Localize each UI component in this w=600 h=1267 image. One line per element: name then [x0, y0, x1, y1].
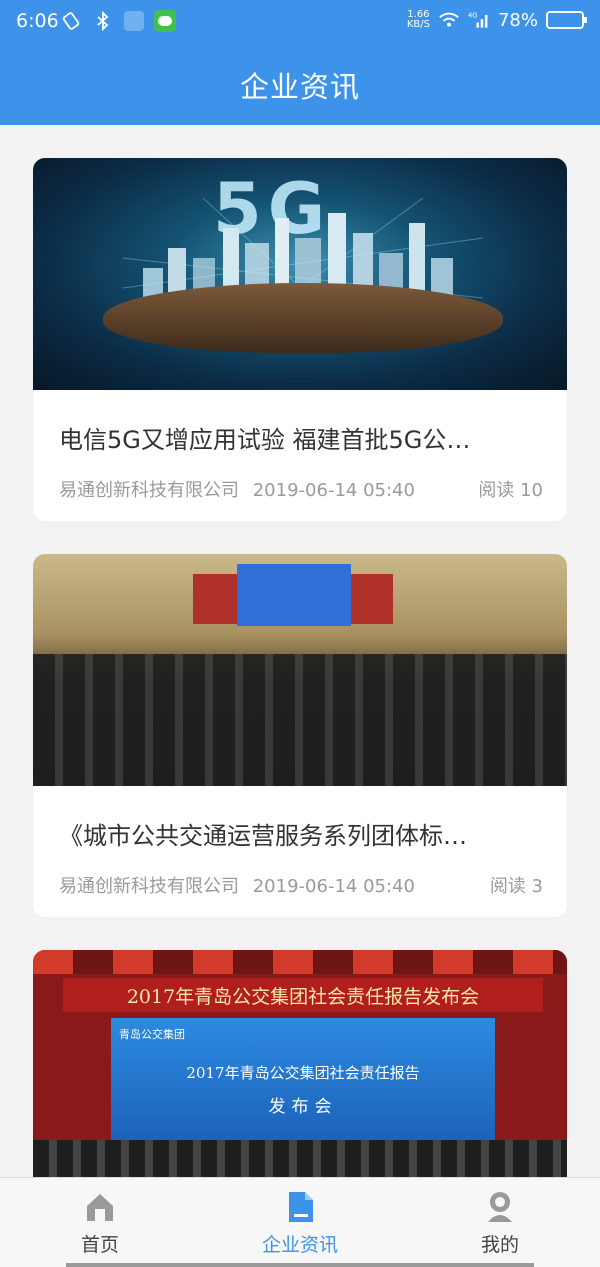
net-speed: 1.66 KB/S	[407, 10, 430, 30]
wifi-icon	[438, 9, 460, 31]
tab-label-news: 企业资讯	[261, 1234, 338, 1256]
bluetooth-icon	[92, 10, 114, 32]
stage-screen	[237, 564, 351, 626]
article-meta: 易通创新科技有限公司 2019-06-14 05:40 阅读 10	[59, 476, 543, 502]
tab-news[interactable]: 企业资讯	[200, 1178, 400, 1267]
message-app-icon	[154, 10, 176, 32]
event-banner: 2017年青岛公交集团社会责任报告发布会	[63, 978, 543, 1012]
article-date: 2019-06-14 05:40	[252, 480, 415, 501]
lock-app-icon	[124, 11, 144, 31]
battery-percent: 78%	[497, 9, 538, 31]
status-right: 1.66 KB/S 4G 78%	[407, 9, 587, 31]
article-read-count: 阅读 10	[478, 480, 543, 501]
screen-line-1: 2017年青岛公交集团社会责任报告	[186, 1064, 420, 1082]
status-left-icons	[60, 10, 176, 32]
status-bar: 6:06 1.66 KB/S 4G 78%	[0, 0, 600, 44]
article-card[interactable]: 5G 电信5G又增应用试验 福建首批5G公… 易通创新科技有限公司 2019-0…	[33, 158, 567, 521]
screen-logo: 青岛公交集团	[119, 1028, 185, 1041]
floating-island-graphic	[103, 283, 503, 353]
article-source: 易通创新科技有限公司	[59, 876, 239, 897]
home-indicator	[66, 1263, 534, 1267]
article-read-count: 阅读 3	[489, 876, 543, 897]
tab-label-home: 首页	[80, 1234, 119, 1256]
app-header: 企业资讯	[0, 44, 600, 125]
signal-icon: 4G	[468, 9, 490, 31]
screen-rotate-icon	[60, 10, 82, 32]
profile-icon	[488, 1192, 512, 1222]
net-speed-unit: KB/S	[406, 19, 430, 30]
screen-line-2: 发布会	[268, 1097, 338, 1117]
tab-profile[interactable]: 我的	[400, 1178, 600, 1267]
article-image-5g-city[interactable]: 5G	[33, 158, 567, 390]
audience-graphic	[33, 654, 567, 786]
article-image-conference[interactable]	[33, 554, 567, 786]
article-title[interactable]: 电信5G又增应用试验 福建首批5G公…	[59, 420, 539, 455]
tab-home[interactable]: 首页	[0, 1178, 200, 1267]
status-time: 6:06	[16, 10, 59, 32]
article-card[interactable]: 2017年青岛公交集团社会责任报告发布会 青岛公交集团 2017年青岛公交集团社…	[33, 950, 567, 1177]
document-icon	[289, 1192, 313, 1222]
battery-icon	[546, 11, 587, 29]
lanterns-graphic	[33, 950, 567, 974]
bottom-tab-bar: 首页 企业资讯 我的	[0, 1177, 600, 1267]
article-source: 易通创新科技有限公司	[59, 480, 239, 501]
article-list[interactable]: 5G 电信5G又增应用试验 福建首批5G公… 易通创新科技有限公司 2019-0…	[0, 125, 600, 1177]
home-icon	[87, 1194, 113, 1221]
article-title[interactable]: 《城市公共交通运营服务系列团体标…	[59, 816, 539, 851]
article-card[interactable]: 《城市公共交通运营服务系列团体标… 易通创新科技有限公司 2019-06-14 …	[33, 554, 567, 917]
page-title: 企业资讯	[239, 69, 360, 104]
network-type: 4G	[468, 11, 478, 19]
article-date: 2019-06-14 05:40	[252, 876, 415, 897]
tab-label-profile: 我的	[480, 1234, 519, 1256]
article-image-qingdao-event[interactable]: 2017年青岛公交集团社会责任报告发布会 青岛公交集团 2017年青岛公交集团社…	[33, 950, 567, 1177]
event-screen: 青岛公交集团 2017年青岛公交集团社会责任报告 发布会	[111, 1018, 495, 1148]
audience-graphic	[33, 1140, 567, 1177]
article-meta: 易通创新科技有限公司 2019-06-14 05:40 阅读 3	[59, 872, 543, 898]
